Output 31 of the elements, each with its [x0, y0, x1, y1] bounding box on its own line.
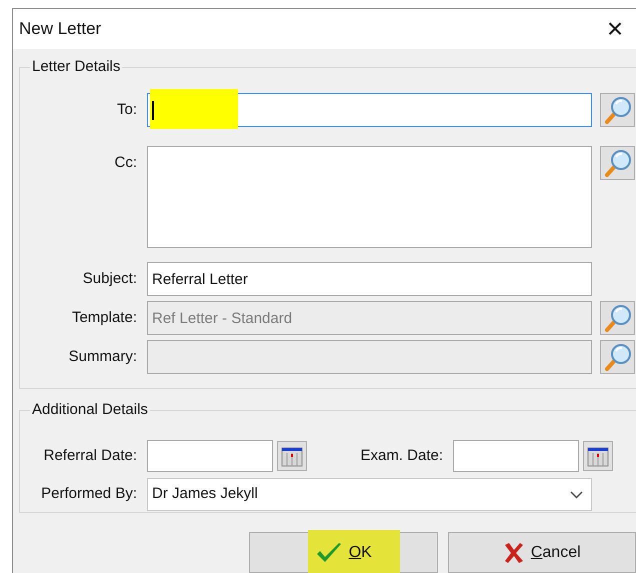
chevron-down-icon [570, 490, 583, 498]
text-cursor [152, 101, 154, 120]
date-field[interactable] [453, 440, 579, 472]
field-label: Template: [70, 308, 137, 328]
magnifier-icon [602, 148, 632, 178]
field-label: Summary: [68, 347, 137, 367]
text-area[interactable] [147, 146, 592, 248]
field-label: Cc: [114, 153, 137, 173]
text-field[interactable]: Referral Letter [147, 262, 592, 296]
field-label: Performed By: [40, 484, 137, 504]
calendar-button[interactable] [583, 441, 613, 471]
ok-button[interactable]: OK [249, 532, 438, 573]
lookup-button[interactable] [600, 93, 635, 127]
magnifier-icon [602, 303, 632, 333]
magnifier-icon [602, 342, 632, 372]
calendar-icon [587, 445, 609, 467]
x-mark-icon [502, 542, 525, 564]
calendar-icon [281, 445, 303, 467]
dropdown[interactable]: Dr James Jekyll [147, 478, 592, 511]
field-label: Referral Date: [42, 446, 137, 466]
window-title: New Letter [19, 18, 102, 40]
field-label: Exam. Date: [359, 446, 443, 466]
cancel-button[interactable]: Cancel [448, 532, 636, 573]
field-label: To: [116, 100, 137, 120]
lookup-button[interactable] [600, 146, 635, 180]
checkmark-icon [314, 540, 343, 564]
calendar-button[interactable] [277, 441, 307, 471]
close-button[interactable]: × [600, 15, 630, 43]
field-label: Subject: [82, 269, 137, 289]
date-field[interactable] [147, 440, 273, 472]
magnifier-icon [602, 95, 632, 125]
